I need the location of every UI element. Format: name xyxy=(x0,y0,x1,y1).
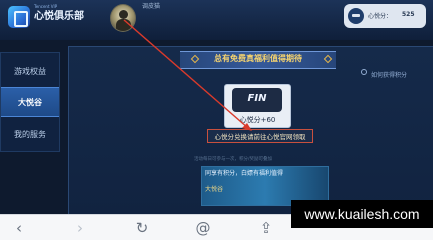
points-icon xyxy=(348,8,364,24)
points-rule-link[interactable]: 如何获得积分 xyxy=(371,70,407,79)
points-value: 525 xyxy=(402,11,415,18)
activity-note: 活动每日可参与一次，积分/奖励可叠加 xyxy=(194,157,273,162)
reward-logo-text: FIN xyxy=(247,93,267,104)
banner-title: 总有免费真福利值得期待 xyxy=(214,54,302,63)
sidebar-item-dayuegu[interactable]: 大悦谷 xyxy=(1,87,59,117)
sidebar: 游戏权益 大悦谷 我的服务 xyxy=(0,52,60,152)
username: 调皮猫 xyxy=(142,3,161,10)
redeem-note: 心悦分兑换请前往心悦官网领取 xyxy=(214,133,306,141)
refresh-icon[interactable]: ↻ xyxy=(134,220,150,236)
xinyue-logo-icon xyxy=(8,6,30,28)
watermark: www.kuailesh.com xyxy=(291,200,433,228)
avatar[interactable] xyxy=(110,4,136,32)
forward-icon[interactable]: › xyxy=(72,220,88,236)
share-icon[interactable]: ⇪ xyxy=(258,220,274,236)
at-icon[interactable]: @ xyxy=(195,220,211,236)
points-badge[interactable]: 心悦分： 525 xyxy=(344,4,426,28)
info-icon xyxy=(361,69,367,75)
reward-points: 心悦分+60 xyxy=(239,116,276,124)
sidebar-item-game-rights[interactable]: 游戏权益 xyxy=(1,56,59,86)
top-header: Tencent VIP 心悦俱乐部 调皮猫 心悦分： 525 xyxy=(0,0,433,40)
brand-name: 心悦俱乐部 xyxy=(34,11,84,22)
points-label: 心悦分： xyxy=(368,13,393,20)
sidebar-item-my-services[interactable]: 我的服务 xyxy=(1,119,59,149)
back-icon[interactable]: ‹ xyxy=(11,220,27,236)
brand: Tencent VIP 心悦俱乐部 xyxy=(34,4,90,24)
promo-line-1: 同享有积分，白嫖有福利值得 xyxy=(205,170,284,177)
promo-line-2: 大悦谷 xyxy=(205,186,224,193)
